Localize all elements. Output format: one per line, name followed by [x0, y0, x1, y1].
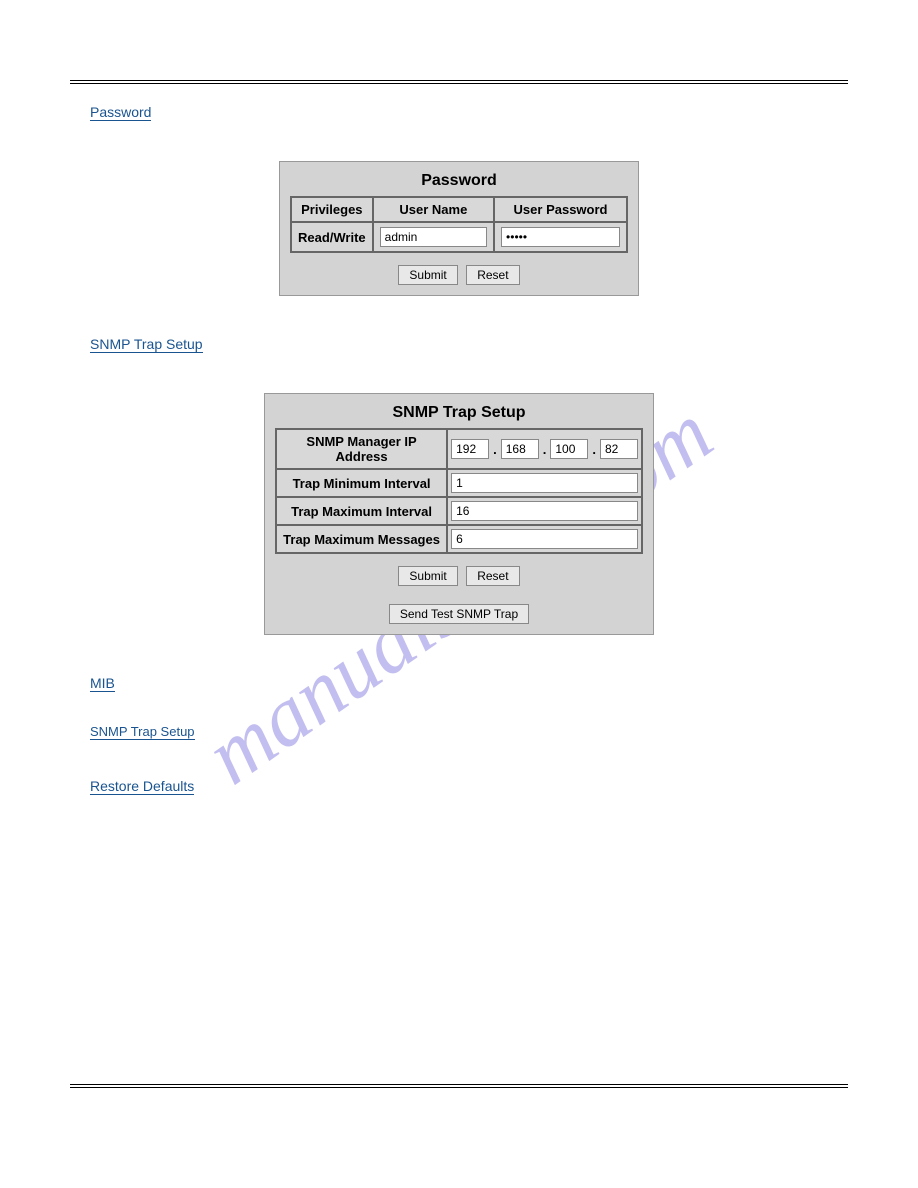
top-divider	[70, 80, 848, 84]
snmp-table: SNMP Manager IP Address . . . Trap Minim…	[275, 428, 643, 554]
table-row: Read/Write	[291, 222, 627, 252]
password-input[interactable]	[501, 227, 620, 247]
bottom-divider	[70, 1084, 848, 1088]
send-test-trap-button[interactable]: Send Test SNMP Trap	[389, 604, 529, 624]
ip-dot: .	[493, 442, 497, 457]
mib-section-link[interactable]: MIB	[90, 675, 115, 692]
col-password: User Password	[494, 197, 627, 222]
trap-msgs-label: Trap Maximum Messages	[276, 525, 447, 553]
privileges-cell: Read/Write	[291, 222, 373, 252]
snmp-submit-button[interactable]: Submit	[398, 566, 457, 586]
table-row: Trap Maximum Interval	[276, 497, 642, 525]
trap-max-input[interactable]	[451, 501, 638, 521]
trap-min-label: Trap Minimum Interval	[276, 469, 447, 497]
password-reset-button[interactable]: Reset	[466, 265, 519, 285]
snmp-section-link[interactable]: SNMP Trap Setup	[90, 336, 203, 353]
ip-octet-2[interactable]	[501, 439, 539, 459]
snmp-ip-label: SNMP Manager IP Address	[276, 429, 447, 469]
snmp-panel-title: SNMP Trap Setup	[275, 404, 643, 422]
password-section-link[interactable]: Password	[90, 104, 151, 121]
table-row: Trap Minimum Interval	[276, 469, 642, 497]
trap-max-label: Trap Maximum Interval	[276, 497, 447, 525]
trap-min-input[interactable]	[451, 473, 638, 493]
table-row: Trap Maximum Messages	[276, 525, 642, 553]
col-privileges: Privileges	[291, 197, 373, 222]
password-panel: Password Privileges User Name User Passw…	[279, 161, 639, 296]
restore-section-link[interactable]: Restore Defaults	[90, 778, 194, 795]
ip-dot: .	[543, 442, 547, 457]
snmp-reset-button[interactable]: Reset	[466, 566, 519, 586]
col-username: User Name	[373, 197, 494, 222]
ip-dot: .	[592, 442, 596, 457]
table-row: SNMP Manager IP Address . . .	[276, 429, 642, 469]
password-panel-title: Password	[290, 172, 628, 190]
ip-octet-4[interactable]	[600, 439, 638, 459]
snmp-panel: SNMP Trap Setup SNMP Manager IP Address …	[264, 393, 654, 635]
password-table: Privileges User Name User Password Read/…	[290, 196, 628, 253]
ip-octet-1[interactable]	[451, 439, 489, 459]
inline-snmp-link[interactable]: SNMP Trap Setup	[90, 724, 195, 740]
trap-msgs-input[interactable]	[451, 529, 638, 549]
ip-address-group: . . .	[451, 439, 638, 459]
password-submit-button[interactable]: Submit	[398, 265, 457, 285]
ip-octet-3[interactable]	[550, 439, 588, 459]
body-paragraph: SNMP Trap Setup	[90, 722, 848, 742]
username-input[interactable]	[380, 227, 487, 247]
